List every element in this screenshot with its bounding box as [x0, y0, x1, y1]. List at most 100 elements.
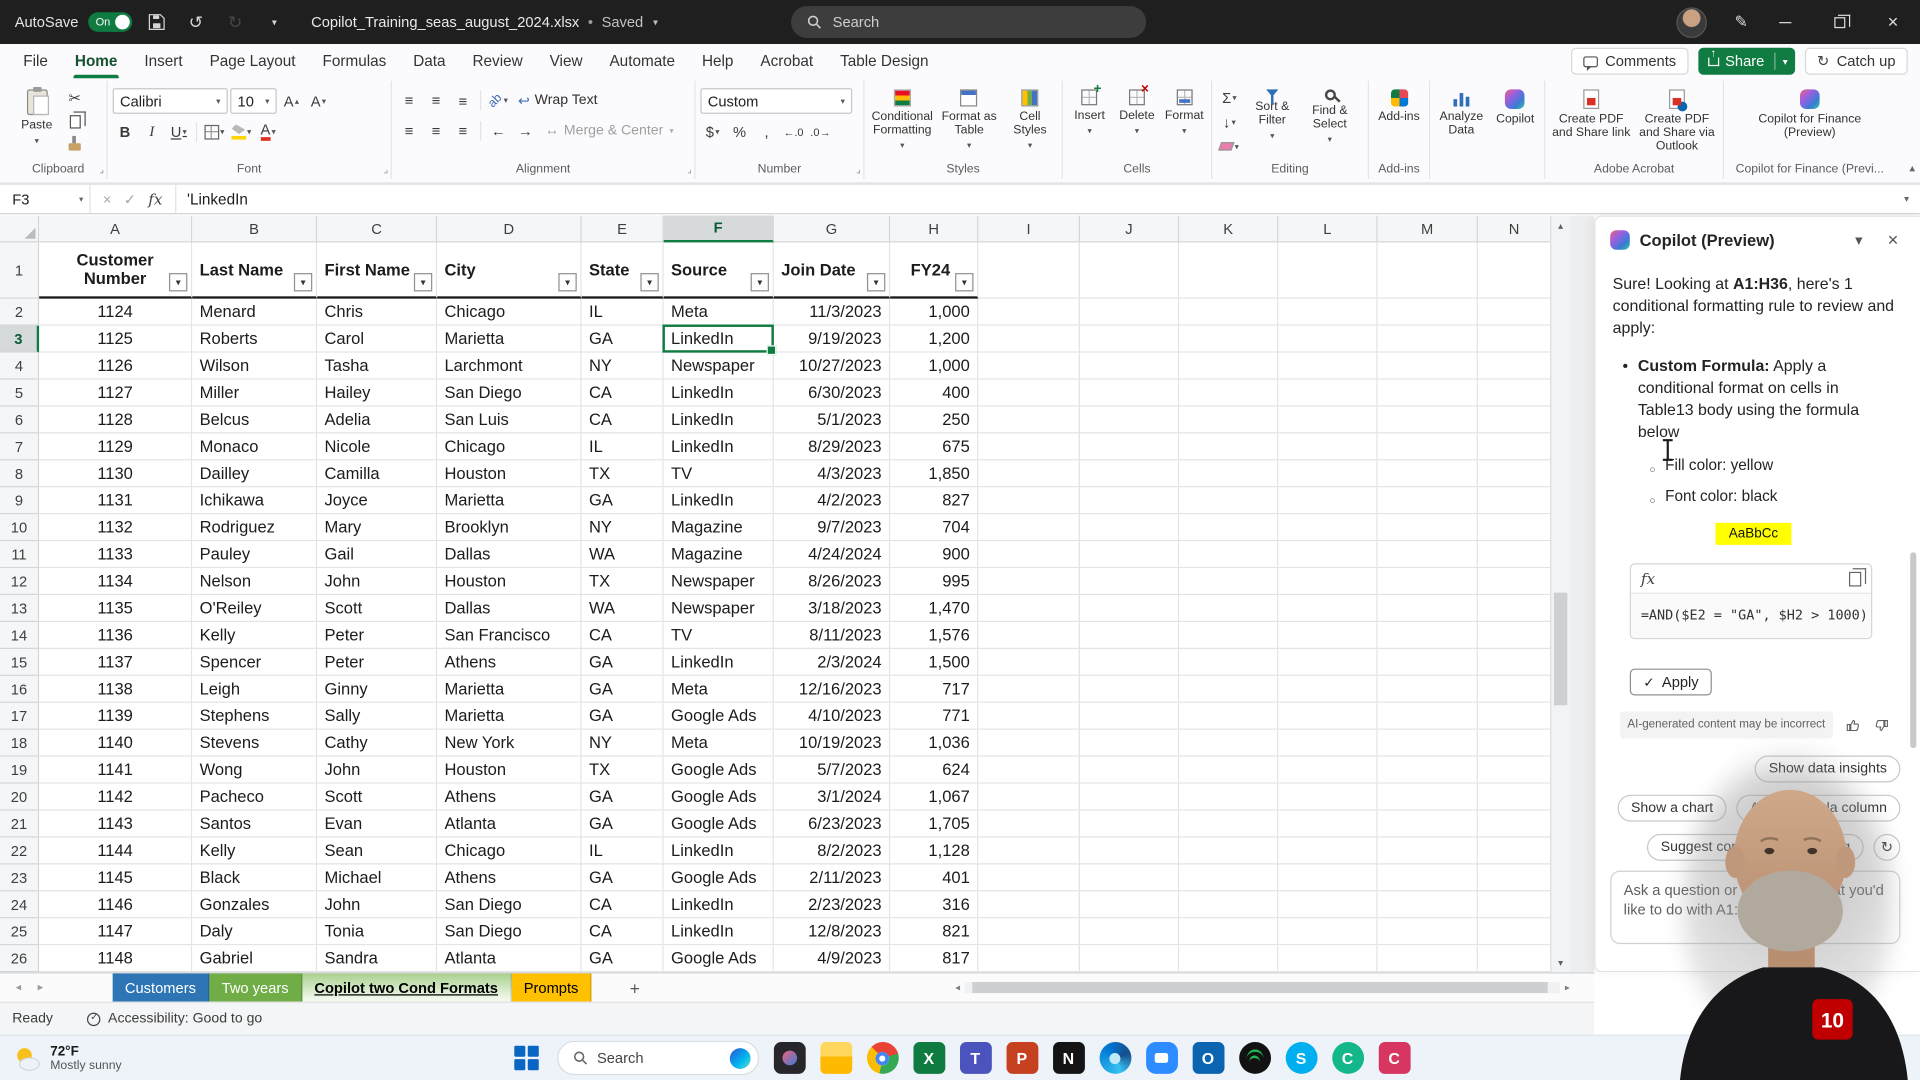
- grid-cell-L3[interactable]: [1278, 326, 1377, 353]
- grid-cell-B9[interactable]: Ichikawa: [192, 487, 317, 514]
- grid-cell-J2[interactable]: [1080, 299, 1179, 326]
- grid-cell-F20[interactable]: Google Ads: [664, 784, 774, 811]
- grid-cell-M4[interactable]: [1378, 353, 1478, 380]
- grid-cell-A23[interactable]: 1145: [39, 864, 192, 891]
- grid-cell-L21[interactable]: [1278, 811, 1377, 838]
- grid-cell-H17[interactable]: 771: [890, 703, 978, 730]
- grid-cell-D11[interactable]: Dallas: [437, 541, 581, 568]
- grid-cell-I26[interactable]: [978, 945, 1080, 972]
- grid-cell-I17[interactable]: [978, 703, 1080, 730]
- grid-cell-D22[interactable]: Chicago: [437, 838, 581, 865]
- grid-cell-K3[interactable]: [1179, 326, 1278, 353]
- grid-cell-F2[interactable]: Meta: [664, 299, 774, 326]
- grid-cell-M24[interactable]: [1378, 891, 1478, 918]
- wrap-text-button[interactable]: ↩Wrap Text: [513, 88, 602, 112]
- grid-cell-I24[interactable]: [978, 891, 1080, 918]
- name-box[interactable]: F3▾: [0, 185, 91, 213]
- column-header-C[interactable]: C: [317, 216, 437, 243]
- align-right-button[interactable]: ≡: [451, 119, 475, 142]
- grid-cell-D10[interactable]: Brooklyn: [437, 514, 581, 541]
- grid-cell-G5[interactable]: 6/30/2023: [774, 380, 890, 407]
- filter-button-city[interactable]: ▾: [558, 273, 576, 291]
- column-header-L[interactable]: L: [1278, 216, 1377, 243]
- grid-cell-J9[interactable]: [1080, 487, 1179, 514]
- grid-cell-C19[interactable]: John: [317, 757, 437, 784]
- grid-cell-G23[interactable]: 2/11/2023: [774, 864, 890, 891]
- increase-font-size-button[interactable]: A▴: [279, 89, 303, 112]
- grid-cell-K18[interactable]: [1179, 730, 1278, 757]
- grid-cell-K12[interactable]: [1179, 568, 1278, 595]
- grid-cell-F25[interactable]: LinkedIn: [664, 918, 774, 945]
- column-header-N[interactable]: N: [1478, 216, 1550, 243]
- grid-cell-M13[interactable]: [1378, 595, 1478, 622]
- grid-cell-F8[interactable]: TV: [664, 460, 774, 487]
- font-family-selector[interactable]: Calibri▾: [113, 88, 228, 114]
- grid-cell-G25[interactable]: 12/8/2023: [774, 918, 890, 945]
- grid-cell-N11[interactable]: [1478, 541, 1550, 568]
- taskbar-app-outlook-icon[interactable]: O: [1192, 1042, 1224, 1074]
- grid-cell-K14[interactable]: [1179, 622, 1278, 649]
- grid-cell-E25[interactable]: CA: [582, 918, 664, 945]
- grid-cell-H18[interactable]: 1,036: [890, 730, 978, 757]
- column-header-M[interactable]: M: [1378, 216, 1478, 243]
- conditional-formatting-button[interactable]: Conditional Formatting▾: [869, 84, 935, 150]
- grid-cell-M23[interactable]: [1378, 864, 1478, 891]
- grid-cell-C26[interactable]: Sandra: [317, 945, 437, 972]
- bold-button[interactable]: B: [113, 120, 137, 143]
- row-header-21[interactable]: 21: [0, 811, 39, 838]
- grid-cell-D23[interactable]: Athens: [437, 864, 581, 891]
- grid-cell-D13[interactable]: Dallas: [437, 595, 581, 622]
- align-bottom-button[interactable]: ≡: [451, 89, 475, 112]
- grid-cell-E18[interactable]: NY: [582, 730, 664, 757]
- grid-cell-C2[interactable]: Chris: [317, 299, 437, 326]
- align-top-button[interactable]: ≡: [397, 89, 421, 112]
- grid-cell-C20[interactable]: Scott: [317, 784, 437, 811]
- grid-cell-B13[interactable]: O'Reiley: [192, 595, 317, 622]
- grid-cell-I8[interactable]: [978, 460, 1080, 487]
- grid-cell-B25[interactable]: Daly: [192, 918, 317, 945]
- grid-cell-M17[interactable]: [1378, 703, 1478, 730]
- grid-cell-M5[interactable]: [1378, 380, 1478, 407]
- grid-cell-K19[interactable]: [1179, 757, 1278, 784]
- grid-cell-C3[interactable]: Carol: [317, 326, 437, 353]
- grid-cell-F11[interactable]: Magazine: [664, 541, 774, 568]
- grid-cell-J12[interactable]: [1080, 568, 1179, 595]
- panel-collapse-icon[interactable]: ▾: [1847, 231, 1871, 248]
- grid-cell-J24[interactable]: [1080, 891, 1179, 918]
- taskbar-app-edge-icon[interactable]: [1099, 1042, 1131, 1074]
- grid-cell-C9[interactable]: Joyce: [317, 487, 437, 514]
- taskbar-app-folder-icon[interactable]: [820, 1042, 852, 1074]
- grid-cell-E1[interactable]: State▾: [582, 242, 664, 298]
- grid-cell-E14[interactable]: CA: [582, 622, 664, 649]
- grid-cell-A15[interactable]: 1137: [39, 649, 192, 676]
- grid-cell-G9[interactable]: 4/2/2023: [774, 487, 890, 514]
- row-header-3[interactable]: 3: [0, 326, 39, 353]
- grid-cell-J21[interactable]: [1080, 811, 1179, 838]
- grid-cell-M26[interactable]: [1378, 945, 1478, 972]
- grid-cell-I1[interactable]: [978, 242, 1080, 298]
- grid-cell-B6[interactable]: Belcus: [192, 407, 317, 434]
- grid-cell-C16[interactable]: Ginny: [317, 676, 437, 703]
- grid-cell-D8[interactable]: Houston: [437, 460, 581, 487]
- accounting-format-button[interactable]: $▾: [700, 120, 724, 143]
- enter-icon[interactable]: ✓: [124, 190, 136, 207]
- grid-cell-C8[interactable]: Camilla: [317, 460, 437, 487]
- minimize-button[interactable]: [1758, 0, 1812, 44]
- grid-cell-J11[interactable]: [1080, 541, 1179, 568]
- grid-cell-G22[interactable]: 8/2/2023: [774, 838, 890, 865]
- grid-cell-F24[interactable]: LinkedIn: [664, 891, 774, 918]
- sheet-tab-two-years[interactable]: Two years: [209, 973, 302, 1001]
- row-header-10[interactable]: 10: [0, 514, 39, 541]
- grid-cell-E9[interactable]: GA: [582, 487, 664, 514]
- grid-cell-N3[interactable]: [1478, 326, 1550, 353]
- grid-cell-K16[interactable]: [1179, 676, 1278, 703]
- grid-cell-N5[interactable]: [1478, 380, 1550, 407]
- row-header-9[interactable]: 9: [0, 487, 39, 514]
- grid-cell-G2[interactable]: 11/3/2023: [774, 299, 890, 326]
- grid-cell-D26[interactable]: Atlanta: [437, 945, 581, 972]
- row-header-12[interactable]: 12: [0, 568, 39, 595]
- prev-sheet-icon[interactable]: ◂: [7, 981, 29, 994]
- grid-cell-M19[interactable]: [1378, 757, 1478, 784]
- grid-cell-F15[interactable]: LinkedIn: [664, 649, 774, 676]
- grid-cell-C11[interactable]: Gail: [317, 541, 437, 568]
